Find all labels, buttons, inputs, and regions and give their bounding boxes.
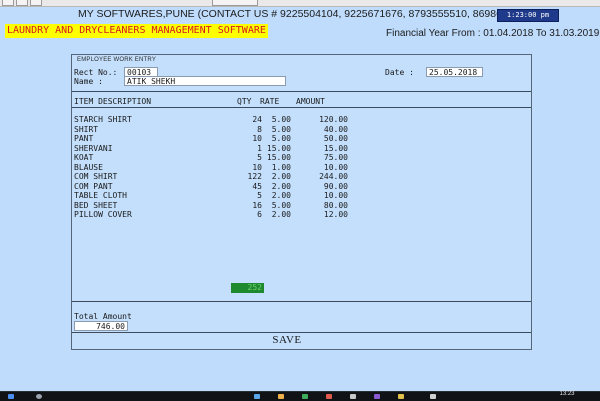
app-title: LAUNDRY AND DRYCLEANERS MANAGEMENT SOFTW… — [5, 24, 268, 38]
row-qty: 5 — [257, 191, 262, 200]
divider — [72, 91, 531, 92]
divider — [72, 332, 531, 333]
taskbar-app-icon[interactable] — [278, 394, 284, 399]
row-rate: 5.00 — [271, 115, 291, 124]
row-rate: 15.00 — [266, 143, 291, 153]
taskbar-app-icon[interactable] — [326, 394, 332, 399]
col-amount: AMOUNT — [296, 97, 325, 106]
row-qty: 6 — [257, 210, 262, 219]
taskbar-app-icon[interactable] — [374, 394, 380, 399]
row-amount: 12.00 — [323, 210, 348, 219]
total-amount-field[interactable]: 746.00 — [74, 321, 128, 331]
taskbar-app-icon[interactable] — [350, 394, 356, 399]
taskbar-clock: 13:23 — [559, 391, 575, 397]
row-amount: 244.00 — [319, 172, 348, 181]
row-qty: 122 — [247, 172, 262, 181]
row-rate: 5.00 — [271, 124, 291, 134]
row-item-description: COM PANT — [74, 181, 113, 191]
divider — [72, 107, 531, 108]
row-amount: 75.00 — [323, 153, 348, 162]
toolbar-button[interactable] — [16, 0, 28, 6]
row-item-description: SHERVANI — [74, 143, 113, 153]
col-item-description: ITEM DESCRIPTION — [74, 97, 152, 106]
contact-line: MY SOFTWARES,PUNE (CONTACT US # 92255041… — [78, 8, 535, 20]
tray-icon[interactable] — [430, 394, 436, 399]
date-label: Date : — [385, 68, 414, 77]
row-item-description: STARCH SHIRT — [74, 115, 132, 124]
top-toolbar — [0, 0, 600, 7]
row-qty: 16 — [252, 200, 262, 210]
toolbar-field[interactable] — [212, 0, 258, 6]
row-amount: 90.00 — [323, 181, 348, 191]
row-amount: 40.00 — [323, 124, 348, 134]
row-rate: 2.00 — [271, 172, 291, 181]
toolbar-button[interactable] — [30, 0, 42, 6]
taskbar-app-icon[interactable] — [302, 394, 308, 399]
row-qty: 24 — [252, 115, 262, 124]
divider — [72, 301, 531, 302]
name-field[interactable]: ATIK SHEKH — [124, 76, 286, 86]
taskbar-app-icon[interactable] — [398, 394, 404, 399]
employee-work-entry-panel: EMPLOYEE WORK ENTRY Rect No.: 00103 Name… — [71, 54, 532, 350]
row-item-description: PILLOW COVER — [74, 210, 132, 219]
row-item-description: KOAT — [74, 153, 94, 162]
clock-display: 1:23:00 pm — [497, 9, 559, 22]
app-window: MY SOFTWARES,PUNE (CONTACT US # 92255041… — [0, 0, 600, 401]
row-item-description: TABLE CLOTH — [74, 191, 127, 200]
row-qty: 10 — [252, 134, 262, 143]
row-rate: 2.00 — [271, 210, 291, 219]
col-rate: RATE — [260, 97, 280, 106]
row-rate: 5.00 — [271, 134, 291, 143]
row-qty: 45 — [252, 181, 262, 191]
row-qty: 1 — [257, 143, 262, 153]
row-rate: 2.00 — [271, 181, 291, 191]
search-icon[interactable] — [36, 394, 42, 399]
row-rate: 1.00 — [271, 162, 291, 172]
row-qty: 10 — [252, 162, 262, 172]
row-qty: 5 — [257, 153, 262, 162]
panel-title: EMPLOYEE WORK ENTRY — [77, 57, 157, 63]
date-field[interactable]: 25.05.2018 — [426, 67, 483, 77]
financial-year: Financial Year From : 01.04.2018 To 31.0… — [386, 28, 600, 39]
row-amount: 80.00 — [323, 200, 348, 210]
rect-no-label: Rect No.: — [74, 68, 118, 77]
taskbar-app-icon[interactable] — [254, 394, 260, 399]
row-amount: 120.00 — [319, 115, 348, 124]
row-rate: 2.00 — [271, 191, 291, 200]
save-button[interactable]: SAVE — [257, 334, 317, 346]
col-qty: QTY — [237, 97, 252, 106]
row-item-description: COM SHIRT — [74, 172, 118, 181]
name-label: Name : — [74, 77, 103, 86]
row-amount: 10.00 — [323, 191, 348, 200]
total-amount-label: Total Amount — [74, 312, 132, 321]
row-amount: 10.00 — [323, 162, 348, 172]
contact-header: MY SOFTWARES,PUNE (CONTACT US # 92255041… — [0, 8, 600, 22]
toolbar-button[interactable] — [2, 0, 14, 6]
windows-start-icon[interactable] — [8, 394, 14, 399]
row-item-description: PANT — [74, 134, 94, 143]
row-item-description: BED SHEET — [74, 200, 118, 210]
total-qty: 252 — [231, 283, 264, 293]
row-amount: 15.00 — [323, 143, 348, 153]
row-item-description: BLAUSE — [74, 162, 103, 172]
row-rate: 15.00 — [266, 153, 291, 162]
row-item-description: SHIRT — [74, 124, 99, 134]
row-rate: 5.00 — [271, 200, 291, 210]
row-qty: 8 — [257, 124, 262, 134]
row-amount: 50.00 — [323, 134, 348, 143]
